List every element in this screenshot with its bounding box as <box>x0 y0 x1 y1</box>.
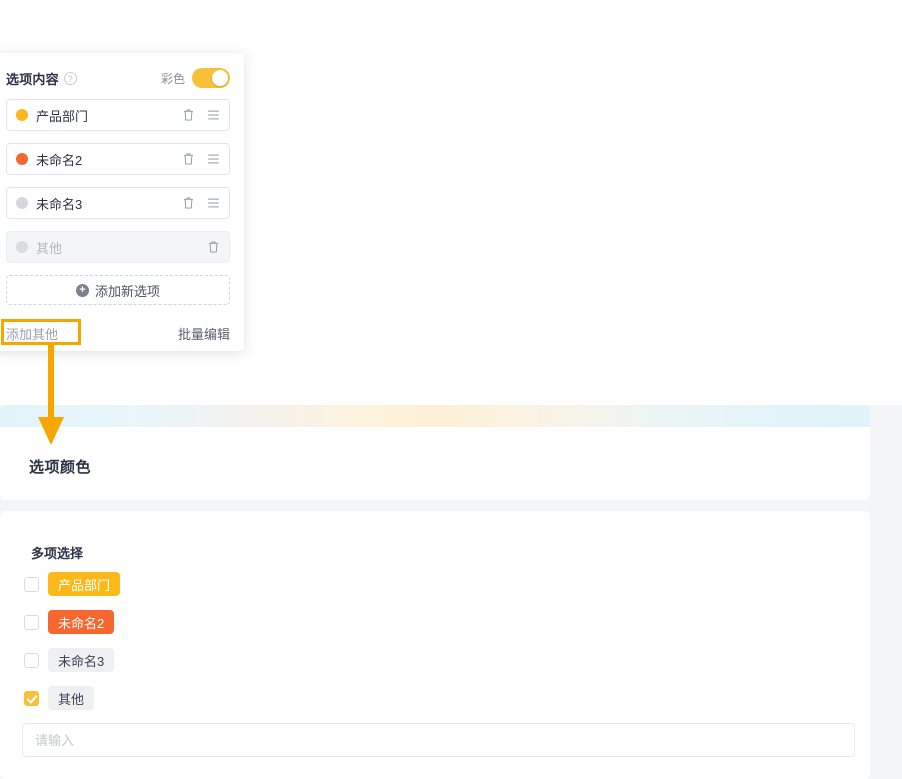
color-toggle-group[interactable]: 彩色 <box>161 68 230 88</box>
other-text-input[interactable] <box>22 723 855 757</box>
checkbox-item[interactable]: 未命名3 <box>24 646 120 674</box>
checkbox-box[interactable] <box>24 652 39 668</box>
option-row-actions <box>182 152 220 166</box>
add-new-option-button[interactable]: + 添加新选项 <box>6 275 230 305</box>
preview-question-card: 多项选择 产品部门 未命名2 未命名3 其他 <box>0 511 870 779</box>
checkbox-box[interactable] <box>24 614 39 630</box>
arrow-down-icon <box>38 345 64 445</box>
option-row-actions <box>207 240 220 254</box>
panel-header: 选项内容 ? 彩色 <box>6 67 230 89</box>
panel-title-group: 选项内容 ? <box>6 69 77 88</box>
checkbox-item[interactable]: 产品部门 <box>24 570 121 598</box>
checkbox-label-chip: 其他 <box>48 686 95 710</box>
checkbox-box[interactable] <box>24 576 39 592</box>
toggle-knob <box>212 70 228 86</box>
option-row[interactable]: 未命名2 <box>6 143 230 175</box>
panel-title: 选项内容 <box>6 71 59 87</box>
drag-handle-icon[interactable] <box>207 196 220 210</box>
checkbox-box-checked[interactable] <box>24 690 39 706</box>
option-row[interactable]: 产品部门 <box>6 99 230 131</box>
option-color-dot[interactable] <box>16 153 28 165</box>
option-row[interactable]: 未命名3 <box>6 187 230 219</box>
checkbox-label-chip: 未命名2 <box>48 610 115 634</box>
form-preview-area: 选项颜色 多项选择 产品部门 未命名2 未命名3 其他 <box>0 405 902 779</box>
option-label[interactable]: 未命名3 <box>36 194 182 213</box>
question-circle-icon[interactable]: ? <box>63 71 77 85</box>
form-title: 选项颜色 <box>29 459 92 476</box>
trash-icon[interactable] <box>207 240 220 254</box>
checkbox-group: 产品部门 未命名2 未命名3 其他 <box>24 570 121 722</box>
batch-edit-button[interactable]: 批量编辑 <box>178 324 230 343</box>
option-row-actions <box>182 196 220 210</box>
option-row-actions <box>182 108 220 122</box>
plus-circle-icon: + <box>75 283 89 297</box>
trash-icon[interactable] <box>182 196 195 210</box>
panel-body: 选项内容 ? 彩色 产品部门 未命名2 未命名3 其他 + 添加新选项 <box>0 53 244 315</box>
option-label[interactable]: 未命名2 <box>36 150 182 169</box>
checkbox-label-chip: 产品部门 <box>48 572 121 596</box>
trash-icon[interactable] <box>182 152 195 166</box>
preview-header-card: 选项颜色 <box>0 405 870 500</box>
add-new-option-label: 添加新选项 <box>94 283 160 299</box>
color-toggle-label: 彩色 <box>160 71 185 86</box>
checkbox-item[interactable]: 未命名2 <box>24 608 120 636</box>
preview-card-head: 选项颜色 <box>0 405 870 500</box>
drag-handle-icon[interactable] <box>207 152 220 166</box>
option-color-dot <box>16 241 28 253</box>
checkbox-label-chip: 未命名3 <box>48 648 115 672</box>
question-label: 多项选择 <box>31 546 84 561</box>
option-label[interactable]: 产品部门 <box>36 106 182 125</box>
annotation-highlight-box <box>1 319 81 345</box>
checkbox-item-other[interactable]: 其他 <box>24 684 120 712</box>
drag-handle-icon[interactable] <box>207 108 220 122</box>
color-toggle-switch[interactable] <box>192 68 230 88</box>
option-color-dot[interactable] <box>16 197 28 209</box>
option-label: 其他 <box>36 240 63 256</box>
option-color-dot[interactable] <box>16 109 28 121</box>
option-row-other: 其他 <box>6 231 230 263</box>
option-content-panel: 选项内容 ? 彩色 产品部门 未命名2 未命名3 其他 + 添加新选项 添加其他… <box>0 53 244 351</box>
trash-icon[interactable] <box>182 108 195 122</box>
decorative-gradient-band <box>0 405 870 427</box>
annotation-arrow <box>38 345 64 451</box>
